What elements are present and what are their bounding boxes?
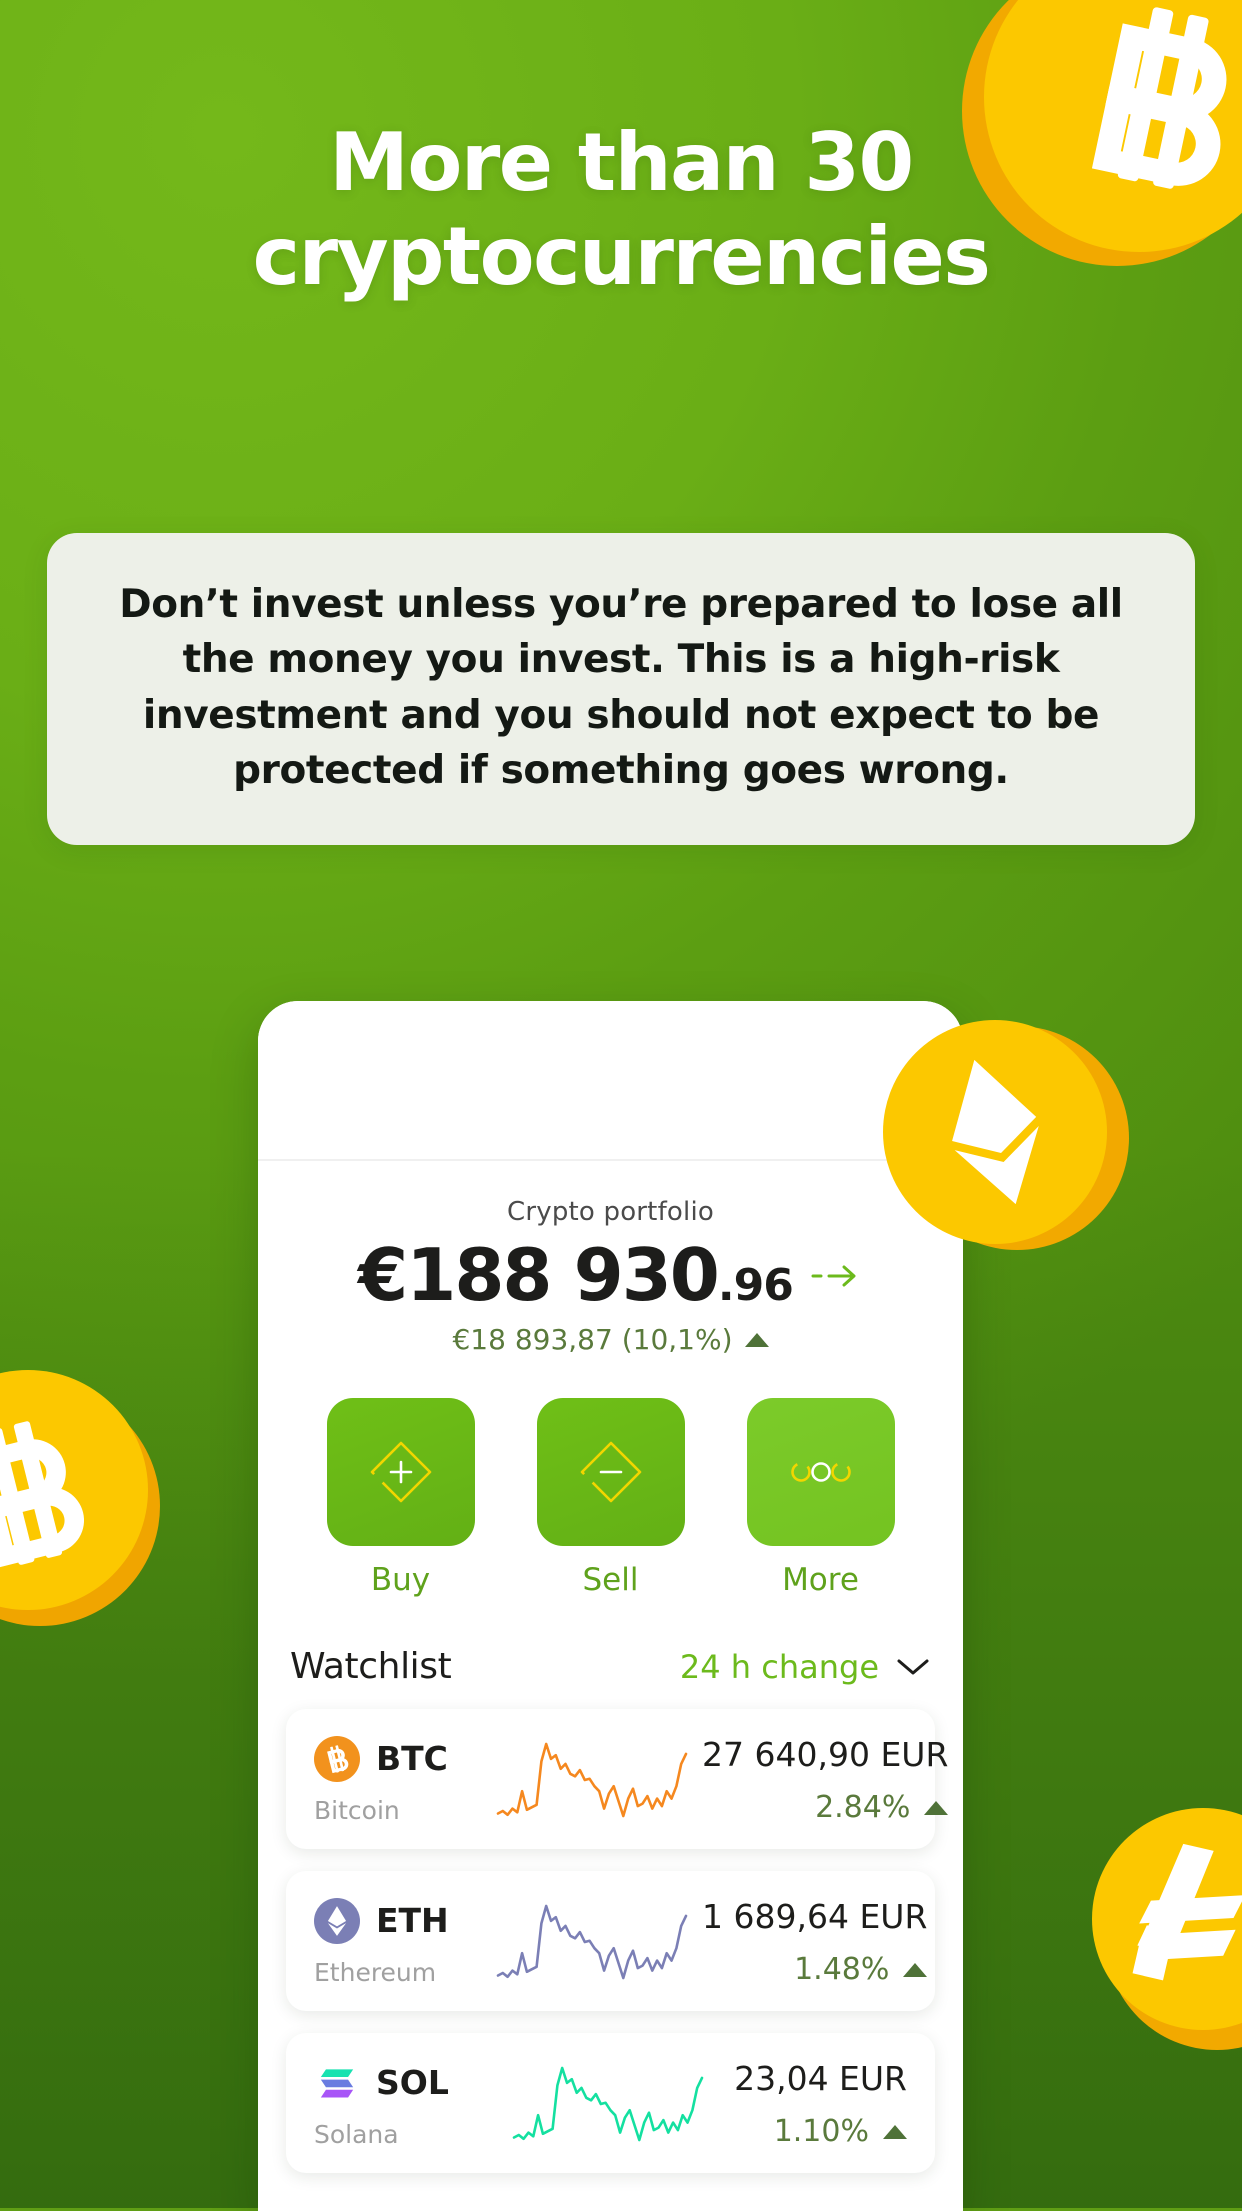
asset-price: 27 640,90 EUR	[702, 1735, 949, 1774]
asset-symbol: SOL	[376, 2063, 449, 2102]
asset-values: 1 689,64 EUR 1.48%	[702, 1897, 928, 1987]
asset-values: 27 640,90 EUR 2.84%	[702, 1735, 949, 1825]
portfolio-balance-row: €188 930.96	[286, 1233, 935, 1317]
litecoin-glyph-icon	[1132, 1843, 1242, 1981]
watchlist-row-sol[interactable]: SOL Solana 23,04 EUR 1.10%	[286, 2033, 935, 2173]
arrow-right-icon	[811, 1265, 856, 1287]
solana-glyph-icon	[320, 2068, 354, 2097]
sparkline-chart-sol	[512, 2066, 704, 2142]
asset-sparkline	[492, 1900, 692, 1984]
delta-up-arrow-icon	[744, 1332, 769, 1347]
page-title: More than 30 cryptocurrencies	[252, 116, 991, 304]
asset-change: 2.84%	[815, 1790, 911, 1825]
more-button[interactable]	[746, 1398, 895, 1546]
asset-identity: ETH Ethereum	[314, 1897, 482, 1987]
asset-name: Solana	[314, 2119, 399, 2149]
ethereum-glyph-icon	[327, 1905, 347, 1936]
risk-disclaimer-card: Don’t invest unless you’re prepared to l…	[47, 533, 1195, 845]
watchlist-sort-control[interactable]: 24 h change	[680, 1648, 931, 1686]
buy-button[interactable]	[326, 1398, 475, 1546]
asset-identity: BTC Bitcoin	[314, 1735, 482, 1825]
portfolio-delta: €18 893,87 (10,1%)	[452, 1323, 733, 1356]
phone-status-bar	[258, 1001, 963, 1159]
action-buy: Buy	[326, 1398, 475, 1598]
asset-change-row: 1.10%	[774, 2114, 907, 2149]
three-circles-icon	[790, 1462, 851, 1482]
change-up-arrow-icon	[903, 1962, 928, 1977]
balance-cents: .96	[717, 1260, 794, 1311]
change-up-arrow-icon	[924, 1800, 949, 1815]
asset-symbol: ETH	[376, 1901, 449, 1940]
asset-symbol-row: BTC	[314, 1735, 482, 1782]
sell-label: Sell	[582, 1562, 639, 1598]
watchlist-sort-label: 24 h change	[679, 1647, 879, 1686]
sparkline-chart-btc	[496, 1742, 688, 1818]
asset-change: 1.10%	[773, 2114, 869, 2149]
risk-disclaimer-text: Don’t invest unless you’re prepared to l…	[119, 582, 1123, 794]
portfolio-details-link[interactable]	[811, 1259, 863, 1297]
bitcoin-icon	[314, 1735, 360, 1782]
asset-symbol-row: ETH	[314, 1897, 482, 1944]
asset-change-row: 2.84%	[815, 1790, 949, 1825]
action-more: More	[746, 1398, 895, 1598]
more-label: More	[782, 1562, 859, 1598]
asset-symbol-row: SOL	[314, 2060, 482, 2106]
solana-icon	[314, 2060, 360, 2106]
asset-name: Bitcoin	[314, 1795, 400, 1825]
portfolio-section: Crypto portfolio €188 930.96 €18 893,87 …	[286, 1161, 935, 1356]
asset-change-row: 1.48%	[794, 1952, 928, 1987]
coin-face	[883, 1020, 1107, 1244]
balance-main: €188 930	[358, 1233, 720, 1317]
change-up-arrow-icon	[883, 2124, 907, 2139]
portfolio-delta-row: €18 893,87 (10,1%)	[286, 1323, 935, 1356]
asset-sparkline	[492, 1738, 692, 1822]
asset-sparkline	[492, 2062, 724, 2146]
asset-identity: SOL Solana	[314, 2060, 482, 2149]
app-screen: Crypto portfolio €188 930.96 €18 893,87 …	[258, 1161, 963, 2173]
phone-mockup: Crypto portfolio €188 930.96 €18 893,87 …	[258, 1001, 963, 2211]
asset-change: 1.48%	[794, 1952, 890, 1987]
watchlist-row-btc[interactable]: BTC Bitcoin 27 640,90 EUR 2.84%	[286, 1709, 949, 1849]
bitcoin-glyph-icon	[0, 1421, 84, 1568]
portfolio-balance: €188 930.96	[358, 1233, 794, 1317]
quick-actions: Buy Sell More	[286, 1398, 935, 1598]
ethereum-icon	[314, 1897, 360, 1944]
asset-values: 23,04 EUR 1.10%	[734, 2059, 907, 2149]
chevron-down-icon	[897, 1659, 929, 1674]
asset-price: 1 689,64 EUR	[702, 1897, 928, 1936]
action-sell: Sell	[536, 1398, 685, 1598]
asset-price: 23,04 EUR	[734, 2059, 907, 2098]
buy-label: Buy	[370, 1562, 431, 1598]
sparkline-chart-eth	[496, 1904, 688, 1980]
asset-symbol: BTC	[376, 1739, 448, 1778]
diamond-minus-icon	[580, 1441, 641, 1503]
asset-name: Ethereum	[314, 1957, 437, 1987]
watchlist-title: Watchlist	[290, 1646, 452, 1687]
watchlist-header: Watchlist 24 h change	[286, 1646, 935, 1687]
ethereum-glyph-icon	[952, 1059, 1039, 1205]
watchlist-row-eth[interactable]: ETH Ethereum 1 689,64 EUR 1.48%	[286, 1871, 935, 2011]
ethereum-coin	[883, 1020, 1129, 1250]
bitcoin-glyph-icon	[327, 1744, 349, 1773]
portfolio-label: Crypto portfolio	[506, 1197, 714, 1227]
sell-button[interactable]	[536, 1398, 685, 1546]
diamond-plus-icon	[370, 1441, 431, 1503]
